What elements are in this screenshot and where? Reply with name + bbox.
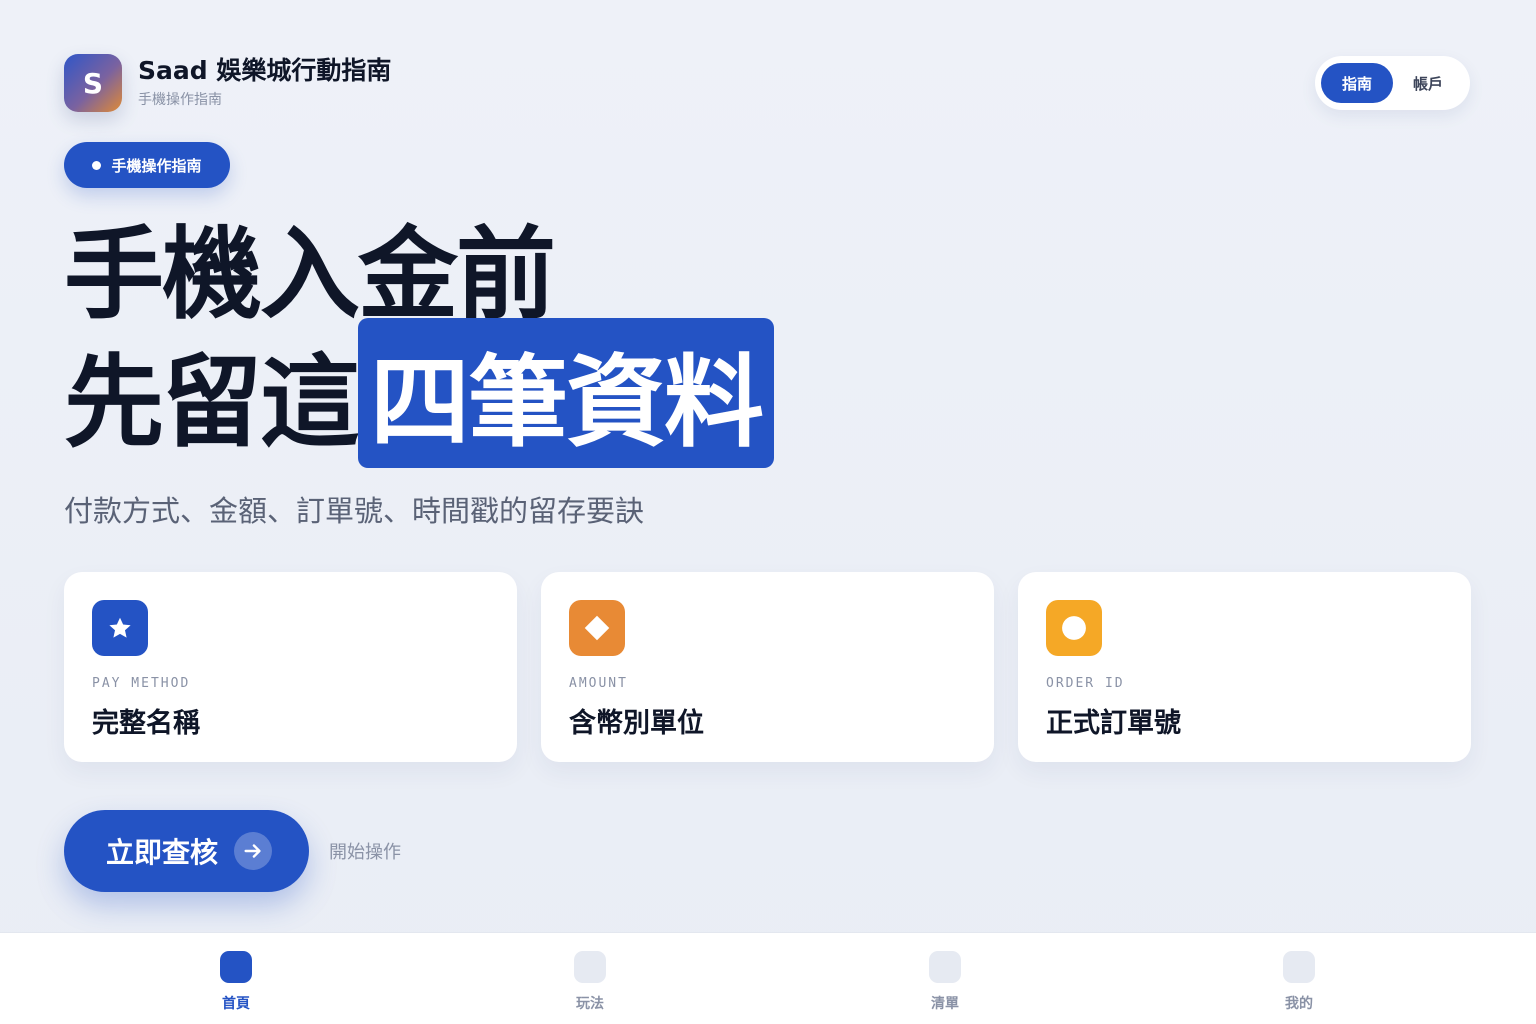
card-label: PAY METHOD — [92, 676, 191, 691]
profile-icon — [1283, 951, 1315, 983]
list-icon — [929, 951, 961, 983]
tab-guide[interactable]: 指南 — [1321, 63, 1393, 103]
info-cards: PAY METHOD 完整名稱 AMOUNT 含幣別單位 ORDER ID 正式… — [64, 572, 1471, 762]
star-icon — [92, 600, 148, 656]
card-value: 完整名稱 — [92, 708, 200, 739]
app-title: Saad 娛樂城行動指南 — [138, 56, 392, 86]
nav-label: 玩法 — [576, 996, 604, 1012]
home-icon — [220, 951, 252, 983]
tab-account[interactable]: 帳戶 — [1393, 63, 1463, 103]
circle-icon — [1046, 600, 1102, 656]
verify-now-label: 立即查核 — [106, 836, 219, 869]
badge-dot-icon — [92, 160, 102, 170]
nav-label: 清單 — [931, 996, 959, 1012]
nav-label: 首頁 — [222, 996, 250, 1012]
card-order-id: ORDER ID 正式訂單號 — [1018, 572, 1471, 762]
hero-headline-line2: 先留這 四筆資料 — [64, 318, 774, 468]
cta-hint: 開始操作 — [329, 842, 401, 863]
arrow-right-icon — [234, 832, 273, 870]
logo-letter: S — [82, 66, 104, 100]
nav-item-home[interactable]: 首頁 — [176, 951, 296, 1013]
nav-label: 我的 — [1285, 996, 1313, 1012]
section-badge: 手機操作指南 — [64, 142, 230, 188]
hero-headline-line2-plain: 先留這 — [64, 343, 360, 461]
diamond-icon — [569, 600, 625, 656]
hero-headline-highlight: 四筆資料 — [358, 318, 774, 468]
nav-item-play[interactable]: 玩法 — [530, 951, 650, 1013]
card-value: 含幣別單位 — [569, 708, 704, 739]
card-pay-method: PAY METHOD 完整名稱 — [64, 572, 517, 762]
card-label: AMOUNT — [569, 676, 628, 691]
app-logo: S — [64, 54, 122, 112]
brand: S Saad 娛樂城行動指南 手機操作指南 — [64, 54, 391, 112]
brand-text: Saad 娛樂城行動指南 手機操作指南 — [138, 57, 391, 109]
guide-account-switch: 指南 帳戶 — [1315, 56, 1470, 110]
nav-item-profile[interactable]: 我的 — [1239, 951, 1359, 1013]
hero-headline-line1: 手機入金前 — [64, 216, 556, 333]
nav-item-list[interactable]: 清單 — [885, 951, 1005, 1013]
card-label: ORDER ID — [1046, 676, 1125, 691]
badge-label: 手機操作指南 — [111, 156, 202, 175]
card-value: 正式訂單號 — [1046, 708, 1181, 739]
hero-subtitle: 付款方式、金額、訂單號、時間戳的留存要訣 — [64, 494, 645, 528]
bottom-nav: 首頁 玩法 清單 我的 — [0, 932, 1536, 1024]
app-subtitle: 手機操作指南 — [138, 91, 222, 108]
play-icon — [574, 951, 606, 983]
verify-now-button[interactable]: 立即查核 — [64, 810, 309, 892]
card-amount: AMOUNT 含幣別單位 — [541, 572, 994, 762]
